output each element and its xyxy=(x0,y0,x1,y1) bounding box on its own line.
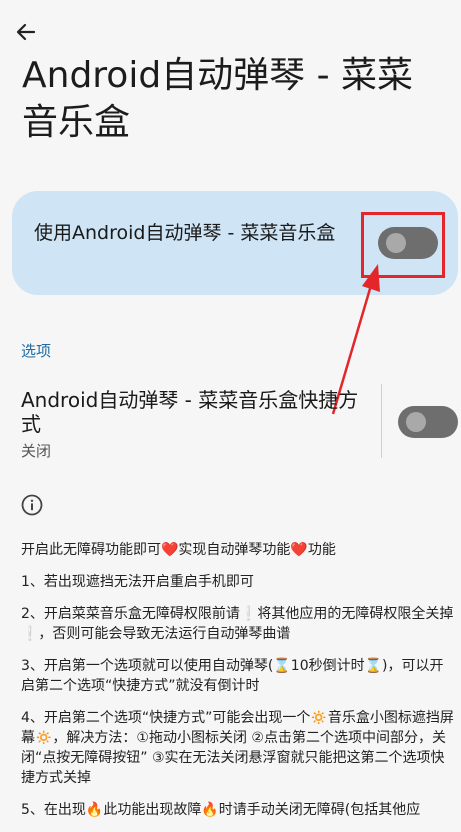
shortcut-title[interactable]: Android自动弹琴 - 菜菜音乐盒快捷方式 xyxy=(21,388,373,436)
description-paragraph: 5、在出现🔥此功能出现故障🔥时请手动关闭无障碍(包括其他应 xyxy=(21,802,421,818)
shortcut-status: 关闭 xyxy=(21,442,52,460)
back-button[interactable] xyxy=(12,18,40,46)
main-switch-label: 使用Android自动弹琴 - 菜菜音乐盒 xyxy=(34,222,336,244)
info-icon xyxy=(21,494,43,516)
divider xyxy=(381,384,382,458)
arrow-left-icon xyxy=(16,23,36,41)
page-title: Android自动弹琴 - 菜菜音乐盒 xyxy=(22,55,414,143)
toggle-knob xyxy=(406,412,426,432)
description-paragraph: 4、开启第二个选项“快捷方式”可能会出现一个🔅音乐盒小图标遮挡屏幕🔅，解决方法：… xyxy=(21,710,454,786)
description: 开启此无障碍功能即可❤️实现自动弹琴功能❤️功能 1、若出现遮挡无法开启重启手机… xyxy=(21,540,457,832)
shortcut-toggle[interactable] xyxy=(398,406,458,438)
description-paragraph: 开启此无障碍功能即可❤️实现自动弹琴功能❤️功能 xyxy=(21,542,336,558)
annotation-highlight-box xyxy=(361,212,445,278)
description-paragraph: 3、开启第一个选项就可以使用自动弹琴(⌛10秒倒计时⌛)，可以开启第二个选项“快… xyxy=(21,658,444,694)
description-paragraph: 2、开启菜菜音乐盒无障碍权限前请❕将其他应用的无障碍权限全关掉❕，否则可能会导致… xyxy=(21,606,454,642)
description-paragraph: 1、若出现遮挡无法开启重启手机即可 xyxy=(21,574,254,590)
section-header-options: 选项 xyxy=(21,342,52,360)
